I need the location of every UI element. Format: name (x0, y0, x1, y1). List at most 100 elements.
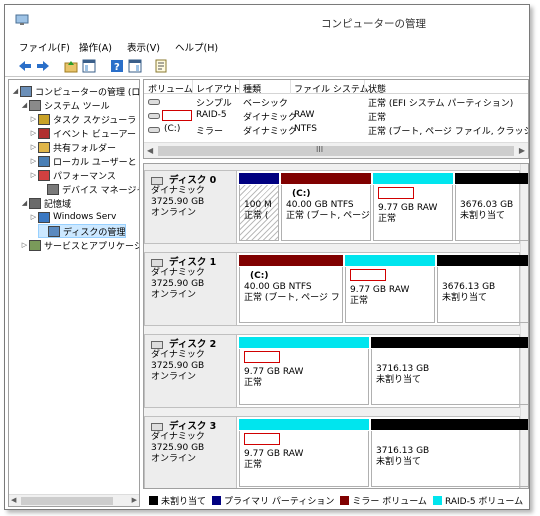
disk-type: ダイナミック (151, 268, 205, 278)
partition-color-bar (239, 337, 369, 348)
menu-help[interactable]: ヘルプ(H) (175, 40, 218, 54)
unallocated-partition[interactable]: 3676.13 GB 未割り当て (437, 255, 528, 323)
partition-size: 100 M (244, 200, 272, 210)
forward-button[interactable] (35, 58, 51, 74)
disk-info[interactable]: ディスク 0 ダイナミック 3725.90 GB オンライン (145, 171, 237, 243)
menu-file[interactable]: ファイル(F) (19, 40, 70, 54)
volume-icon (148, 126, 160, 136)
disk-icon (151, 176, 163, 185)
partition-body: 3716.13 GB 未割り当て (371, 349, 528, 405)
partition-status: 未割り当て (460, 211, 506, 221)
partition-color-bar (345, 255, 435, 266)
raid5-partition[interactable]: 9.77 GB RAW 正常 (345, 255, 435, 323)
disk-info[interactable]: ディスク 3 ダイナミック 3725.90 GB オンライン (145, 417, 237, 488)
computer-management-icon (15, 14, 29, 25)
scroll-thumb[interactable] (21, 497, 113, 505)
tree-item[interactable]: ▷ ローカル ユーザーと (29, 154, 137, 168)
disk-name: ディスク 1 (169, 257, 217, 268)
partition-label: (C:) (250, 271, 269, 281)
tree-item-label: ディスクの管理 (63, 227, 126, 238)
partition-color-bar (239, 255, 343, 266)
unallocated-partition[interactable]: 3676.03 GB 未割り当て (455, 173, 528, 241)
tree-item[interactable]: ▷ イベント ビューアー (29, 126, 136, 140)
scroll-right-icon[interactable]: ▶ (519, 146, 525, 155)
unallocated-partition[interactable]: 3716.13 GB 未割り当て (371, 419, 528, 487)
tree-item[interactable]: ◢ 記憶域 (20, 196, 71, 210)
partition-size: 3716.13 GB (376, 446, 430, 456)
volume-row[interactable]: RAID-5 ダイナミック RAW 正常 (144, 109, 528, 123)
volume-status: 正常 (ブート, ページ ファイル, クラッシュ ダン (368, 127, 528, 137)
mirror-partition[interactable]: (C:) 40.00 GB NTFS 正常 (ブート, ページ (281, 173, 371, 241)
disk-size: 3725.90 GB (151, 361, 205, 371)
tree-item[interactable]: ▷ パフォーマンス (29, 168, 116, 182)
tree-item[interactable]: ▷ 共有フォルダー (29, 140, 116, 154)
column-header-filesystem[interactable]: ファイル システム (294, 82, 369, 95)
menu-view[interactable]: 表示(V) (127, 40, 160, 54)
folder-up-icon (64, 61, 78, 73)
primary-partition[interactable]: 100 M 正常 ( (239, 173, 279, 241)
partition-body: (C:) 40.00 GB NTFS 正常 (ブート, ページ フ (239, 267, 343, 323)
properties-button[interactable] (153, 58, 169, 74)
unallocated-partition[interactable]: 3716.13 GB 未割り当て (371, 337, 528, 405)
scroll-left-icon[interactable]: ◀ (11, 496, 16, 504)
disk-info[interactable]: ディスク 1 ダイナミック 3725.90 GB オンライン (145, 253, 237, 325)
tree-item-label: タスク スケジューラ (53, 115, 137, 126)
expand-arrow-icon[interactable]: ▷ (29, 115, 38, 123)
partition-status: 正常 ( (244, 211, 269, 221)
tree-scrollbar[interactable]: ◀ ▶ (9, 494, 139, 506)
raid5-partition[interactable]: 9.77 GB RAW 正常 (239, 337, 369, 405)
expand-arrow-icon[interactable]: ▷ (20, 241, 29, 249)
tree-item[interactable]: ▷ タスク スケジューラ (29, 112, 136, 126)
back-button[interactable] (17, 58, 33, 74)
redacted-volume-name (378, 187, 414, 199)
scroll-thumb[interactable] (158, 146, 514, 156)
scroll-right-icon[interactable]: ▶ (132, 496, 137, 504)
menu-action[interactable]: 操作(A) (79, 40, 112, 54)
volume-icon (148, 112, 160, 122)
collapse-arrow-icon[interactable]: ◢ (20, 101, 29, 109)
tree-item[interactable]: ディスクの管理 (38, 224, 127, 238)
collapse-arrow-icon[interactable]: ◢ (11, 87, 20, 95)
column-header-volume[interactable]: ボリューム (148, 82, 193, 95)
disk-type: ダイナミック (151, 186, 205, 196)
partition-status: 正常 (378, 214, 397, 224)
redacted-volume-name (244, 351, 280, 363)
disk-info[interactable]: ディスク 2 ダイナミック 3725.90 GB オンライン (145, 335, 237, 407)
show-hide-action-pane-button[interactable] (127, 58, 143, 74)
expand-arrow-icon[interactable]: ▷ (29, 129, 38, 137)
disk-type: ダイナミック (151, 350, 205, 360)
volume-row[interactable]: (C:) ミラー ダイナミック NTFS 正常 (ブート, ページ ファイル, … (144, 123, 528, 137)
partition-body: 3676.13 GB 未割り当て (437, 267, 528, 323)
disk-status: オンライン (151, 372, 197, 382)
disk-type: ダイナミック (151, 432, 205, 442)
partition-size: 40.00 GB NTFS (286, 200, 354, 210)
expand-arrow-icon[interactable]: ▷ (29, 143, 38, 151)
column-header-layout[interactable]: レイアウト (196, 82, 241, 95)
help-button[interactable]: ? (109, 58, 125, 74)
scroll-left-icon[interactable]: ◀ (147, 146, 153, 155)
up-level-button[interactable] (63, 58, 79, 74)
tree-item[interactable]: ▷ Windows Serv (29, 210, 116, 224)
tree-item[interactable]: ◢ システム ツール (20, 98, 110, 112)
expand-arrow-icon[interactable]: ▷ (29, 157, 38, 165)
collapse-arrow-icon[interactable]: ◢ (20, 199, 29, 207)
partition-status: 正常 (244, 460, 263, 470)
show-hide-console-tree-button[interactable] (81, 58, 97, 74)
expand-arrow-icon[interactable]: ▷ (29, 171, 38, 179)
raid5-partition[interactable]: 9.77 GB RAW 正常 (239, 419, 369, 487)
partition-status: 未割り当て (376, 375, 422, 385)
raid5-partition[interactable]: 9.77 GB RAW 正常 (373, 173, 453, 241)
toolbar: ? (5, 55, 529, 77)
volume-status: 正常 (EFI システム パーティション) (368, 99, 514, 109)
mirror-partition[interactable]: (C:) 40.00 GB NTFS 正常 (ブート, ページ フ (239, 255, 343, 323)
column-header-type[interactable]: 種類 (243, 82, 261, 95)
partition-size: 3676.03 GB (460, 200, 514, 210)
clock-icon (38, 113, 50, 125)
expand-arrow-icon[interactable]: ▷ (29, 213, 38, 221)
tree-item[interactable]: ▷ サービスとアプリケーショ (20, 238, 139, 252)
volume-row[interactable]: シンプル ベーシック 正常 (EFI システム パーティション) (144, 95, 528, 109)
volume-list-scrollbar[interactable]: ◀ III ▶ (144, 142, 528, 158)
column-header-status[interactable]: 状態 (368, 82, 386, 95)
tree-item[interactable]: ◢ コンピューターの管理 (ロー (11, 84, 139, 98)
tree-item[interactable]: デバイス マネージャ (38, 182, 139, 196)
